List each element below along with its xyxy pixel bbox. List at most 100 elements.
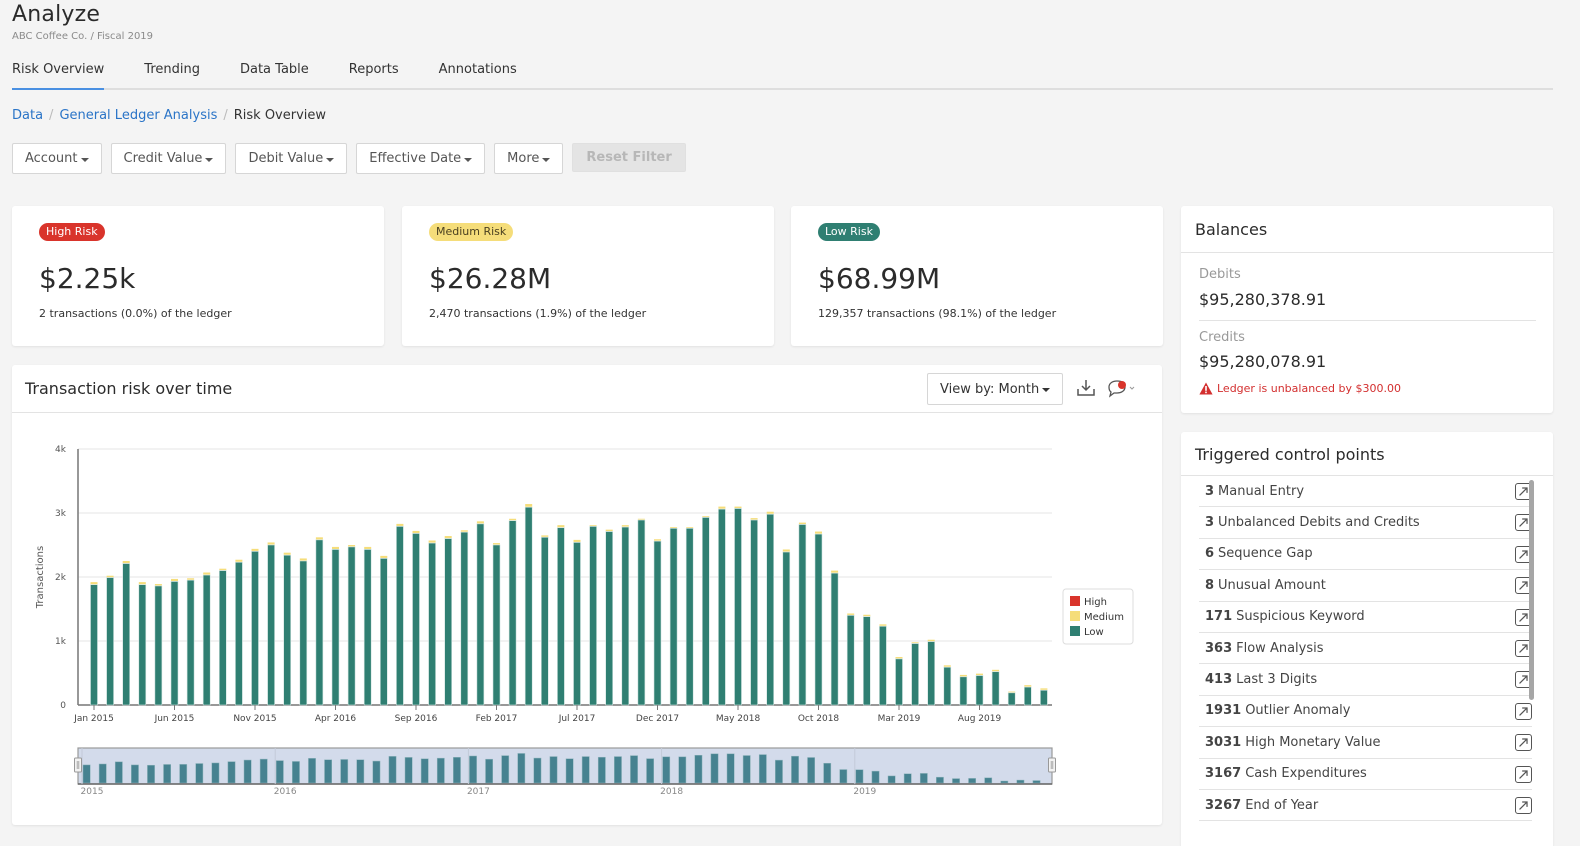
bar-low [605, 531, 614, 706]
breadcrumb-general-ledger-analysis[interactable]: General Ledger Analysis [59, 108, 217, 123]
navigator-bar [1016, 779, 1025, 784]
control-point-count: 3267 [1205, 797, 1242, 813]
bar-medium [380, 555, 388, 558]
breadcrumb-data[interactable]: Data [12, 108, 43, 123]
bar-medium [364, 546, 372, 549]
bar-medium [782, 549, 790, 552]
caret-down-icon [80, 157, 89, 162]
control-points-card: Triggered control points 3 Manual Entry 3 U… [1181, 432, 1553, 846]
navigator-year-label: 2016 [274, 787, 297, 797]
x-tick-label: Oct 2018 [798, 714, 840, 724]
navigator-bar [742, 755, 751, 784]
control-point-item[interactable]: 413 Last 3 Digits [1199, 664, 1532, 696]
navigator-bar [823, 762, 832, 784]
control-point-label: Unbalanced Debits and Credits [1218, 515, 1420, 531]
bar-low [267, 544, 275, 706]
bar-low [701, 517, 710, 706]
control-point-item[interactable]: 1931 Outlier Anomaly [1199, 696, 1532, 728]
filter-more-button[interactable]: More [494, 143, 564, 174]
download-icon[interactable] [1076, 378, 1096, 398]
x-tick-label: Jun 2015 [154, 714, 195, 724]
reset-filter-button[interactable]: Reset Filter [572, 143, 686, 172]
chart-title: Transaction risk over time [25, 379, 233, 398]
control-point-item[interactable]: 3 Manual Entry [1199, 476, 1532, 508]
navigator-bar [453, 757, 461, 784]
bar-medium [493, 543, 500, 545]
navigator-bar [501, 755, 510, 784]
bar-medium [106, 575, 114, 578]
control-point-item[interactable]: 3167 Cash Expenditures [1199, 759, 1532, 790]
navigator-bar [179, 764, 188, 784]
tab-reports[interactable]: Reports [349, 58, 399, 88]
legend-swatch-high [1070, 596, 1080, 606]
filter-effective-date-button[interactable]: Effective Date [356, 143, 486, 174]
filter-label: Account [25, 151, 78, 166]
navigator-right-handle[interactable] [1048, 757, 1056, 773]
control-point-item[interactable]: 3 Unbalanced Debits and Credits [1199, 507, 1532, 539]
control-points-scrollbar[interactable] [1529, 480, 1534, 700]
bar-medium [476, 521, 484, 524]
credits-label: Credits [1199, 330, 1245, 345]
comment-icon[interactable] [1105, 378, 1139, 398]
control-point-item[interactable]: 3267 End of Year [1199, 790, 1532, 822]
filter-credit-value-button[interactable]: Credit Value [110, 143, 227, 174]
external-link-icon[interactable] [1515, 765, 1532, 783]
navigator-bar [597, 756, 606, 784]
external-link-icon[interactable] [1515, 734, 1532, 752]
medium-risk-description: 2,470 transactions (1.9%) of the ledger [429, 307, 647, 320]
navigator-bar [195, 763, 204, 784]
view-by-dropdown[interactable]: View by: Month [927, 373, 1064, 405]
tab-risk-overview[interactable]: Risk Overview [12, 58, 105, 90]
filter-account-button[interactable]: Account [12, 143, 102, 174]
navigator-bar [469, 755, 477, 784]
bar-medium [895, 657, 903, 659]
control-point-item[interactable]: 363 Flow Analysis [1199, 633, 1532, 665]
control-point-count: 3167 [1205, 766, 1242, 782]
control-point-label: Unusual Amount [1218, 577, 1326, 593]
filter-debit-value-button[interactable]: Debit Value [235, 143, 348, 174]
control-point-item[interactable]: 8 Unusual Amount [1199, 570, 1532, 602]
bar-low [766, 513, 775, 706]
bar-low [975, 675, 984, 706]
bar-medium [332, 546, 339, 549]
bar-medium [992, 669, 1000, 672]
balances-divider [1199, 320, 1536, 321]
navigator-bar [694, 754, 703, 784]
caret-down-icon [326, 157, 335, 162]
bar-low [879, 625, 887, 706]
bar-low [895, 658, 903, 706]
bar-medium [654, 539, 661, 541]
navigator-left-handle[interactable] [74, 757, 82, 773]
control-point-item[interactable]: 171 Suspicious Keyword [1199, 602, 1532, 633]
bar-medium [396, 523, 404, 526]
control-point-label: Cash Expenditures [1245, 766, 1367, 782]
control-point-label: Manual Entry [1218, 483, 1305, 499]
x-tick-label: Feb 2017 [476, 714, 518, 724]
x-tick-label: Jan 2015 [73, 714, 114, 724]
control-point-item[interactable]: 6 Sequence Gap [1199, 539, 1532, 571]
bar-low [669, 528, 678, 706]
bar-low [219, 570, 227, 706]
tab-annotations[interactable]: Annotations [439, 58, 517, 88]
bar-low [959, 676, 968, 706]
bar-medium [299, 558, 307, 561]
bar-medium [557, 525, 565, 528]
navigator-bar [372, 760, 381, 784]
control-point-item[interactable]: 3031 High Monetary Value [1199, 727, 1532, 759]
tab-trending[interactable]: Trending [144, 58, 200, 88]
tab-data-table[interactable]: Data Table [240, 58, 309, 88]
bar-low [492, 544, 501, 706]
x-tick-label: Sep 2016 [395, 714, 438, 724]
bar-medium [122, 561, 130, 564]
bar-low [508, 520, 517, 706]
external-link-icon[interactable] [1515, 702, 1532, 720]
bar-medium [138, 582, 146, 585]
control-point-count: 3 [1205, 515, 1215, 531]
bar-medium [605, 529, 613, 532]
bar-low [1007, 692, 1016, 706]
bar-low [557, 527, 565, 706]
navigator-bar [533, 757, 542, 784]
external-link-icon[interactable] [1515, 796, 1532, 814]
bar-medium [525, 504, 533, 507]
navigator-bar [678, 756, 687, 784]
